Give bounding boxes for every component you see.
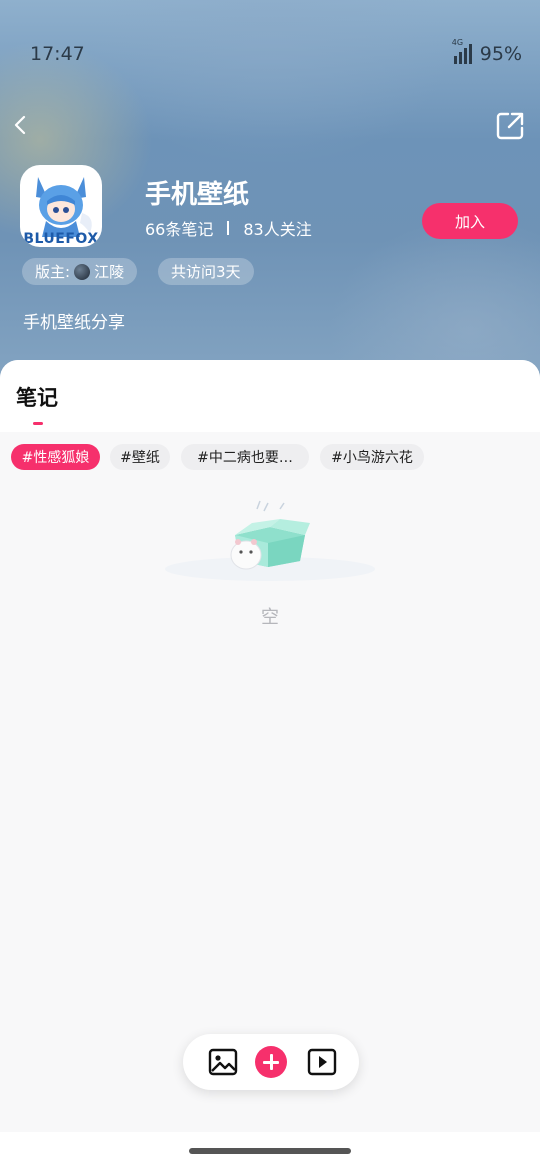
group-avatar[interactable]: BLUEFOX bbox=[20, 165, 102, 247]
group-description: 手机壁纸分享 bbox=[23, 313, 125, 333]
notes-count: 66条笔记 bbox=[145, 220, 214, 239]
avatar-text: BLUEFOX bbox=[23, 231, 99, 247]
owner-chip[interactable]: 版主: 江陵 bbox=[22, 258, 138, 285]
group-stats: 66条笔记 83人关注 bbox=[145, 216, 312, 240]
join-button[interactable]: 加入 bbox=[422, 203, 518, 239]
network-type: 4G bbox=[451, 38, 464, 47]
publish-bar bbox=[183, 1034, 359, 1090]
status-right: 4G 95% bbox=[452, 38, 522, 65]
tab-bar: 笔记 bbox=[0, 360, 540, 432]
home-indicator[interactable] bbox=[189, 1148, 351, 1154]
battery-level: 95% bbox=[479, 43, 522, 65]
tab-notes[interactable]: 笔记 bbox=[16, 382, 58, 412]
tag-chip[interactable]: #小鸟游六花 bbox=[320, 444, 424, 470]
signal-icon: 4G bbox=[452, 38, 472, 64]
back-icon[interactable] bbox=[10, 114, 32, 136]
owner-label: 版主: bbox=[35, 263, 71, 281]
owner-name: 江陵 bbox=[94, 263, 125, 281]
share-icon[interactable] bbox=[494, 110, 526, 142]
status-time: 17:47 bbox=[30, 43, 85, 65]
plus-icon[interactable] bbox=[255, 1046, 287, 1078]
group-header: 17:47 4G 95% BLUEFOX 手机壁纸 66条笔记 83人关注 加入… bbox=[0, 0, 540, 400]
followers-count: 83人关注 bbox=[243, 220, 312, 239]
empty-box-illustration bbox=[165, 500, 375, 581]
stats-divider bbox=[227, 221, 230, 235]
group-title: 手机壁纸 bbox=[145, 180, 250, 210]
tag-chip[interactable]: #中二病也要… bbox=[181, 444, 309, 470]
visit-text: 共访问3天 bbox=[171, 263, 241, 281]
tag-list: #性感狐娘 #壁纸 #中二病也要… #小鸟游六花 bbox=[0, 444, 540, 470]
image-icon[interactable] bbox=[208, 1048, 238, 1076]
empty-state-text: 空 bbox=[261, 607, 279, 628]
home-indicator-area bbox=[0, 1132, 540, 1168]
tab-indicator bbox=[33, 422, 43, 425]
tag-chip[interactable]: #壁纸 bbox=[110, 444, 170, 470]
visit-chip: 共访问3天 bbox=[158, 258, 254, 285]
tag-chip[interactable]: #性感狐娘 bbox=[11, 444, 100, 470]
status-bar: 17:47 4G 95% bbox=[30, 38, 522, 70]
video-icon[interactable] bbox=[307, 1048, 337, 1076]
owner-avatar bbox=[74, 263, 91, 280]
